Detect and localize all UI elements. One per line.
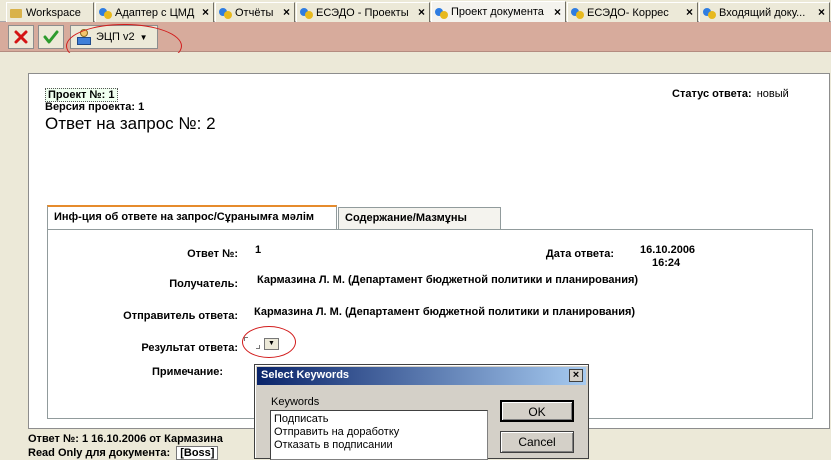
tab-content[interactable]: Содержание/Мазмұны [338,207,501,229]
request-title: Ответ на запрос №: 2 [45,114,216,133]
tab-project-document[interactable]: Проект документа × [431,1,566,22]
close-icon[interactable]: × [552,6,563,18]
select-keywords-dialog: Select Keywords × Keywords Подписать Отп… [254,364,589,460]
answer-date-label: Дата ответа: [545,248,614,260]
answer-summary: Ответ №: 1 16.10.2006 от Кармазина [28,433,223,445]
sender-label: Отправитель ответа: [123,310,238,322]
tab-label: Проект документа [451,6,544,18]
project-number: Проект №: 1 [45,88,118,102]
close-icon[interactable]: × [200,6,211,18]
tab-esedo-correspondence[interactable]: ЕСЭДО- Коррес × [567,2,698,22]
tab-label: ЕСЭДО - Проекты [316,6,409,19]
tab-esedo-projects[interactable]: ЕСЭДО - Проекты × [296,2,430,22]
tab-label: Отчёты [235,6,274,19]
answer-no-value: 1 [255,244,262,256]
document-icon [300,6,313,19]
keywords-list[interactable]: Подписать Отправить на доработку Отказат… [270,410,488,460]
cancel-button[interactable]: Cancel [500,431,574,453]
ok-button[interactable] [38,25,64,49]
close-icon[interactable]: × [569,369,583,382]
folder-icon [10,6,23,19]
tab-incoming-document[interactable]: Входящий доку... × [699,2,830,22]
answer-date-value: 16.10.2006 [640,244,696,256]
close-icon[interactable]: × [816,6,827,18]
readonly-line: Read Only для документа: [Boss] [28,446,219,460]
document-icon [99,6,112,19]
answer-time-value: 16:24 [652,257,681,269]
document-icon [435,6,448,19]
list-item[interactable]: Отправить на доработку [274,426,399,438]
result-label: Результат ответа: [141,342,238,354]
close-icon[interactable]: × [416,6,427,18]
ok-button[interactable]: OK [500,400,574,422]
tab-label: Входящий доку... [719,6,806,19]
close-icon[interactable]: × [281,6,292,18]
tab-reports[interactable]: Отчёты × [215,2,295,22]
document-icon [219,6,232,19]
tab-answer-info[interactable]: Инф-ция об ответе на запрос/Сұранымға мә… [47,205,337,230]
tab-workspace[interactable]: Workspace [6,2,94,22]
keywords-label: Keywords [271,396,320,408]
readonly-label: Read Only для документа: [28,447,171,459]
document-icon [571,6,584,19]
close-icon[interactable]: × [684,6,695,18]
recipient-label: Получатель: [169,278,238,290]
status-value: новый [756,88,789,100]
checkmark-icon [43,30,59,44]
list-item[interactable]: Отказать в подписании [274,439,393,451]
cancel-button[interactable] [8,25,34,49]
tab-label: Адаптер с ЦМД [115,6,195,19]
list-item[interactable]: Подписать [274,413,328,425]
project-version: Версия проекта: 1 [45,101,145,113]
readonly-user: [Boss] [176,446,219,460]
dialog-title-bar[interactable]: Select Keywords × [257,367,586,385]
window-tab-bar: Workspace Адаптер с ЦМД × Отчёты × ЕСЭДО… [0,0,831,22]
tab-adapter[interactable]: Адаптер с ЦМД × [95,2,214,22]
status-block: Статус ответа: новый [672,88,789,100]
sender-value: Кармазина Л. М. (Департамент бюджетной п… [254,306,636,318]
tab-label: ЕСЭДО- Коррес [587,6,669,19]
answer-no-label: Ответ №: [187,248,238,260]
tab-label: Workspace [26,6,81,19]
note-label: Примечание: [151,366,223,378]
close-x-icon [14,30,28,44]
dialog-title: Select Keywords [261,369,350,381]
recipient-value: Кармазина Л. М. (Департамент бюджетной п… [257,274,639,286]
status-label: Статус ответа: [672,88,752,100]
document-icon [703,6,716,19]
annotation-ellipse [242,326,296,358]
